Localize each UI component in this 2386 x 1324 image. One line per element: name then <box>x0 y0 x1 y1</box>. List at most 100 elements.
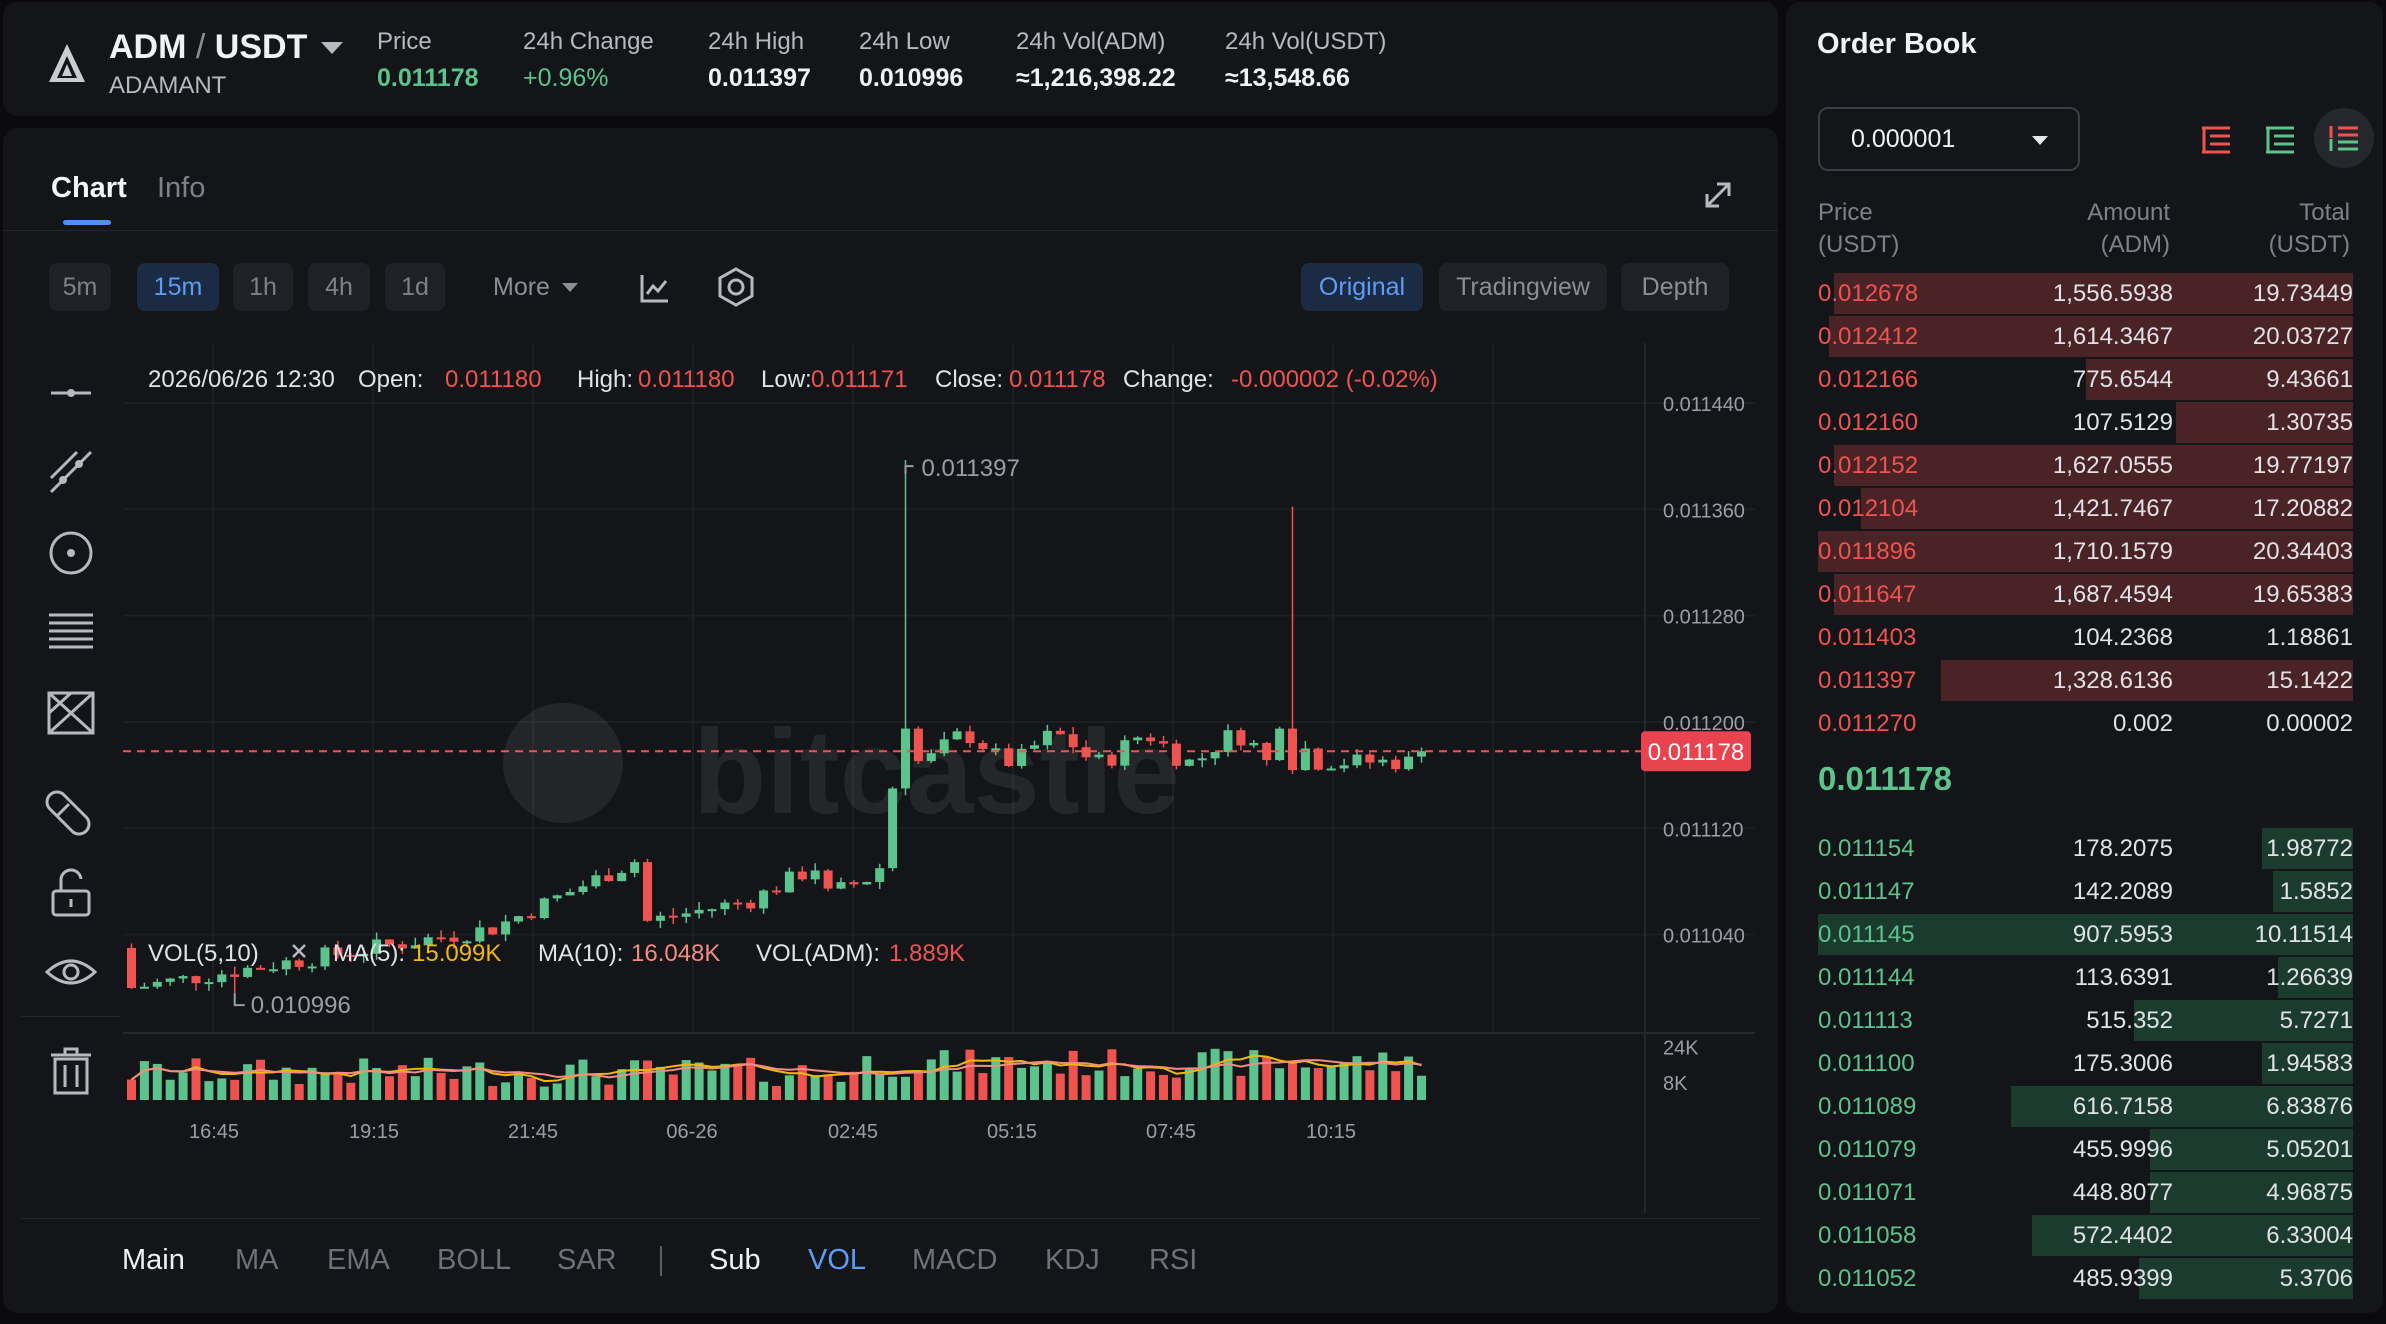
settings-icon[interactable] <box>716 267 756 307</box>
unlock-icon[interactable] <box>43 865 99 921</box>
candle-body <box>1352 754 1362 766</box>
ask-row[interactable]: 0.012160 107.5129 1.30735 <box>1818 401 2353 444</box>
volume-bar <box>823 1074 833 1100</box>
volume-bar <box>1107 1049 1117 1100</box>
horizontal-line-icon[interactable] <box>43 365 99 421</box>
volume-bar <box>952 1071 962 1100</box>
candle-body <box>901 728 910 789</box>
bid-row[interactable]: 0.011100 175.3006 1.94583 <box>1818 1042 2353 1085</box>
bids-only-icon[interactable] <box>2250 108 2310 168</box>
candle-body <box>526 916 536 919</box>
pair-dropdown-icon[interactable] <box>321 42 343 54</box>
volume-bar <box>849 1071 859 1100</box>
indicator-rsi[interactable]: RSI <box>1149 1244 1197 1277</box>
ask-price: 0.012678 <box>1818 280 1919 307</box>
indicator-chart-icon[interactable] <box>639 272 671 304</box>
last-price[interactable]: 0.011178 <box>1818 760 1952 798</box>
ask-total: 15.1422 <box>2266 667 2353 694</box>
volume-bar <box>630 1060 640 1100</box>
volume-bar <box>1094 1070 1104 1100</box>
indicator-sar[interactable]: SAR <box>557 1244 617 1277</box>
ask-row[interactable]: 0.012152 1,627.0555 19.77197 <box>1818 444 2353 487</box>
timeframe-1d[interactable]: 1d <box>385 263 445 311</box>
ask-row[interactable]: 0.011397 1,328.6136 15.1422 <box>1818 659 2353 702</box>
bid-row[interactable]: 0.011089 616.7158 6.83876 <box>1818 1085 2353 1128</box>
more-timeframes-button[interactable]: More <box>493 263 603 311</box>
stat-value: 0.010996 <box>859 64 964 92</box>
candlestick-chart[interactable]: bitcastle 0.011178 0.011397 0.010996 0.01144… <box>123 343 1763 1233</box>
x-tick-label: 21:45 <box>508 1121 558 1143</box>
ask-price: 0.011647 <box>1818 581 1917 608</box>
candle-body <box>191 976 201 984</box>
view-tradingview[interactable]: Tradingview <box>1439 263 1607 311</box>
ask-row[interactable]: 0.011647 1,687.4594 19.65383 <box>1818 573 2353 616</box>
pair-selector[interactable]: ADM / USDT <box>109 28 307 67</box>
bid-row[interactable]: 0.011052 485.9399 5.3706 <box>1818 1257 2353 1300</box>
ask-row[interactable]: 0.012678 1,556.5938 19.73449 <box>1818 272 2353 315</box>
ask-price: 0.012166 <box>1818 366 1919 393</box>
timeframe-5m[interactable]: 5m <box>49 263 111 311</box>
candle-body <box>733 902 743 905</box>
indicator-kdj[interactable]: KDJ <box>1045 1244 1100 1277</box>
bid-total: 5.05201 <box>2266 1136 2353 1163</box>
both-sides-icon[interactable] <box>2314 108 2374 168</box>
bid-total: 6.33004 <box>2266 1222 2353 1249</box>
indicator-ema[interactable]: EMA <box>327 1244 390 1277</box>
col-amount-label: Amount <box>2087 199 2170 226</box>
candle-body <box>1275 728 1285 761</box>
expand-icon[interactable] <box>1703 180 1733 210</box>
eye-icon[interactable] <box>43 944 99 1000</box>
asks-only-icon[interactable] <box>2186 108 2246 168</box>
volume-bar <box>733 1065 743 1100</box>
view-depth[interactable]: Depth <box>1621 263 1729 311</box>
tab-chart[interactable]: Chart <box>51 172 127 205</box>
bid-row[interactable]: 0.011145 907.5953 10.11514 <box>1818 913 2353 956</box>
tab-info[interactable]: Info <box>157 172 205 205</box>
y-tick-label: 0.011440 <box>1663 394 1745 416</box>
ohlc-low: 0.011171 <box>811 366 908 393</box>
bid-row[interactable]: 0.011147 142.2089 1.5852 <box>1818 870 2353 913</box>
bid-row[interactable]: 0.011058 572.4402 6.33004 <box>1818 1214 2353 1257</box>
volume-bar <box>268 1079 278 1100</box>
bid-row[interactable]: 0.011113 515.352 5.7271 <box>1818 999 2353 1042</box>
indicator-ma[interactable]: MA <box>235 1244 279 1277</box>
ask-total: 20.34403 <box>2252 538 2353 565</box>
volume-bar <box>1159 1074 1168 1100</box>
ask-row[interactable]: 0.011896 1,710.1579 20.34403 <box>1818 530 2353 573</box>
pattern-icon[interactable] <box>43 685 99 741</box>
timeframe-15m[interactable]: 15m <box>137 263 219 311</box>
x-tick-label: 07:45 <box>1146 1121 1196 1143</box>
ask-row[interactable]: 0.011403 104.2368 1.18861 <box>1818 616 2353 659</box>
bid-row[interactable]: 0.011154 178.2075 1.98772 <box>1818 827 2353 870</box>
bid-total: 1.98772 <box>2266 835 2353 862</box>
trash-icon[interactable] <box>43 1043 99 1099</box>
candle-body <box>965 731 975 744</box>
bid-row[interactable]: 0.011079 455.9996 5.05201 <box>1818 1128 2353 1171</box>
candle-body <box>1030 745 1039 749</box>
close-vol-icon[interactable] <box>292 944 306 958</box>
col-total-label: Total <box>2299 199 2350 226</box>
ask-row[interactable]: 0.011270 0.002 0.00002 <box>1818 702 2353 745</box>
timeframe-4h[interactable]: 4h <box>308 263 370 311</box>
trend-line-icon[interactable] <box>43 444 99 500</box>
precision-select[interactable]: 0.000001 <box>1818 107 2080 171</box>
ask-total: 9.43661 <box>2266 366 2353 393</box>
view-original[interactable]: Original <box>1301 263 1423 311</box>
fibonacci-icon[interactable] <box>43 605 99 661</box>
volume-bar <box>178 1072 188 1100</box>
ask-total: 19.65383 <box>2252 581 2353 608</box>
indicator-macd[interactable]: MACD <box>912 1244 997 1277</box>
timeframe-1h[interactable]: 1h <box>233 263 293 311</box>
ask-row[interactable]: 0.012104 1,421.7467 17.20882 <box>1818 487 2353 530</box>
magnet-icon[interactable] <box>43 782 99 838</box>
indicator-boll[interactable]: BOLL <box>437 1244 511 1277</box>
indicator-vol[interactable]: VOL <box>808 1244 866 1277</box>
volume-bar <box>346 1082 356 1100</box>
ask-row[interactable]: 0.012412 1,614.3467 20.03727 <box>1818 315 2353 358</box>
volume-bar <box>720 1063 730 1100</box>
circle-target-icon[interactable] <box>43 525 99 581</box>
volume-bar <box>1391 1071 1401 1100</box>
bid-row[interactable]: 0.011144 113.6391 1.26639 <box>1818 956 2353 999</box>
bid-row[interactable]: 0.011071 448.8077 4.96875 <box>1818 1171 2353 1214</box>
ask-row[interactable]: 0.012166 775.6544 9.43661 <box>1818 358 2353 401</box>
